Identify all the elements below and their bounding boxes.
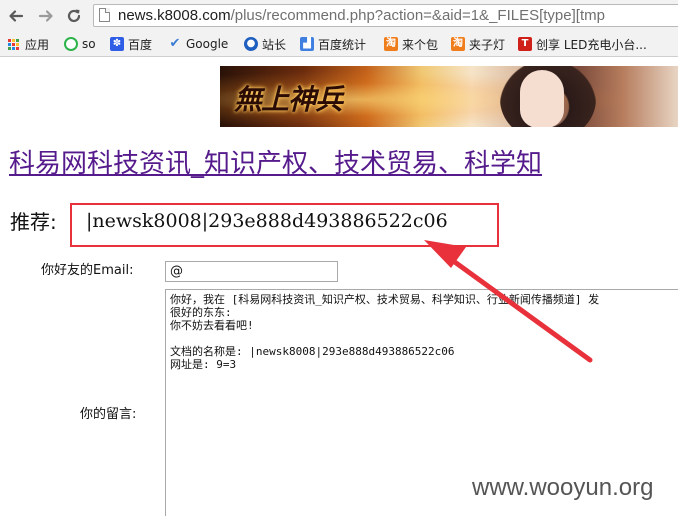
browser-toolbar: news.k8008.com/plus/recommend.php?action…: [0, 0, 678, 33]
bookmark-label: 站长: [262, 37, 287, 52]
bookmark-laigebao[interactable]: 淘 来个包: [384, 35, 438, 53]
zhanzhang-icon: ●: [244, 37, 258, 51]
reload-button[interactable]: [64, 6, 84, 26]
apps-grid-icon: [8, 38, 19, 50]
url-host: news.k8008.com: [118, 7, 231, 24]
highlight-box: [70, 203, 499, 247]
bookmark-label: 创享 LED充电小台...: [536, 37, 647, 52]
email-field[interactable]: [165, 261, 338, 282]
bookmark-label: 来个包: [402, 37, 439, 52]
banner-face: [520, 70, 564, 127]
recommend-label: 推荐:: [10, 210, 57, 234]
back-arrow-icon: [9, 10, 24, 22]
google-bird-icon: ✔: [169, 36, 181, 51]
message-label: 你的留言:: [80, 407, 137, 422]
bookmark-label: 夹子灯: [469, 37, 506, 52]
bookmarks-bar: 应用 so ✽ 百度 ✔ Google ● 站长 ▟ 百度统计 淘 来个包 淘 …: [0, 32, 678, 57]
browser-window: news.k8008.com/plus/recommend.php?action…: [0, 0, 678, 516]
t-letter-icon: T: [518, 37, 532, 51]
bookmark-zhanzhang[interactable]: ● 站长: [244, 35, 286, 53]
bookmark-apps[interactable]: 应用: [8, 35, 49, 53]
taobao-icon: 淘: [451, 37, 465, 51]
url-text: news.k8008.com/plus/recommend.php?action…: [118, 6, 605, 26]
address-bar[interactable]: news.k8008.com/plus/recommend.php?action…: [93, 4, 678, 27]
so-search-icon: [64, 37, 78, 51]
forward-arrow-icon: [38, 10, 53, 22]
bookmark-chuangxiang[interactable]: T 创享 LED充电小台...: [518, 35, 647, 53]
baidu-paw-icon: ✽: [110, 37, 124, 51]
bookmark-google[interactable]: ✔ Google: [168, 35, 229, 53]
bookmark-label: 百度: [128, 37, 153, 52]
bookmark-label: 百度统计: [318, 37, 367, 52]
taobao-icon: 淘: [384, 37, 398, 51]
bookmark-label: Google: [186, 37, 229, 51]
reload-icon: [67, 9, 81, 23]
bookmark-label: so: [82, 37, 96, 51]
bookmark-baidu-tongji[interactable]: ▟ 百度统计: [300, 35, 366, 53]
forward-button[interactable]: [36, 6, 56, 26]
banner-title: 無上神兵: [234, 83, 343, 116]
bookmark-jiazideng[interactable]: 淘 夹子灯: [451, 35, 505, 53]
page-icon: [99, 8, 110, 22]
chart-icon: ▟: [300, 37, 314, 51]
email-label: 你好友的Email:: [41, 263, 134, 278]
bookmark-label: 应用: [25, 37, 50, 52]
watermark: www.wooyun.org: [472, 474, 654, 501]
back-button[interactable]: [6, 6, 26, 26]
site-title-link[interactable]: 科易网科技资讯_知识产权、技术贸易、科学知: [9, 146, 542, 182]
url-path: /plus/recommend.php?action=&aid=1&_FILES…: [230, 7, 605, 24]
banner-image[interactable]: 無上神兵: [220, 66, 678, 127]
bookmark-baidu[interactable]: ✽ 百度: [110, 35, 152, 53]
bookmark-so[interactable]: so: [64, 35, 96, 53]
